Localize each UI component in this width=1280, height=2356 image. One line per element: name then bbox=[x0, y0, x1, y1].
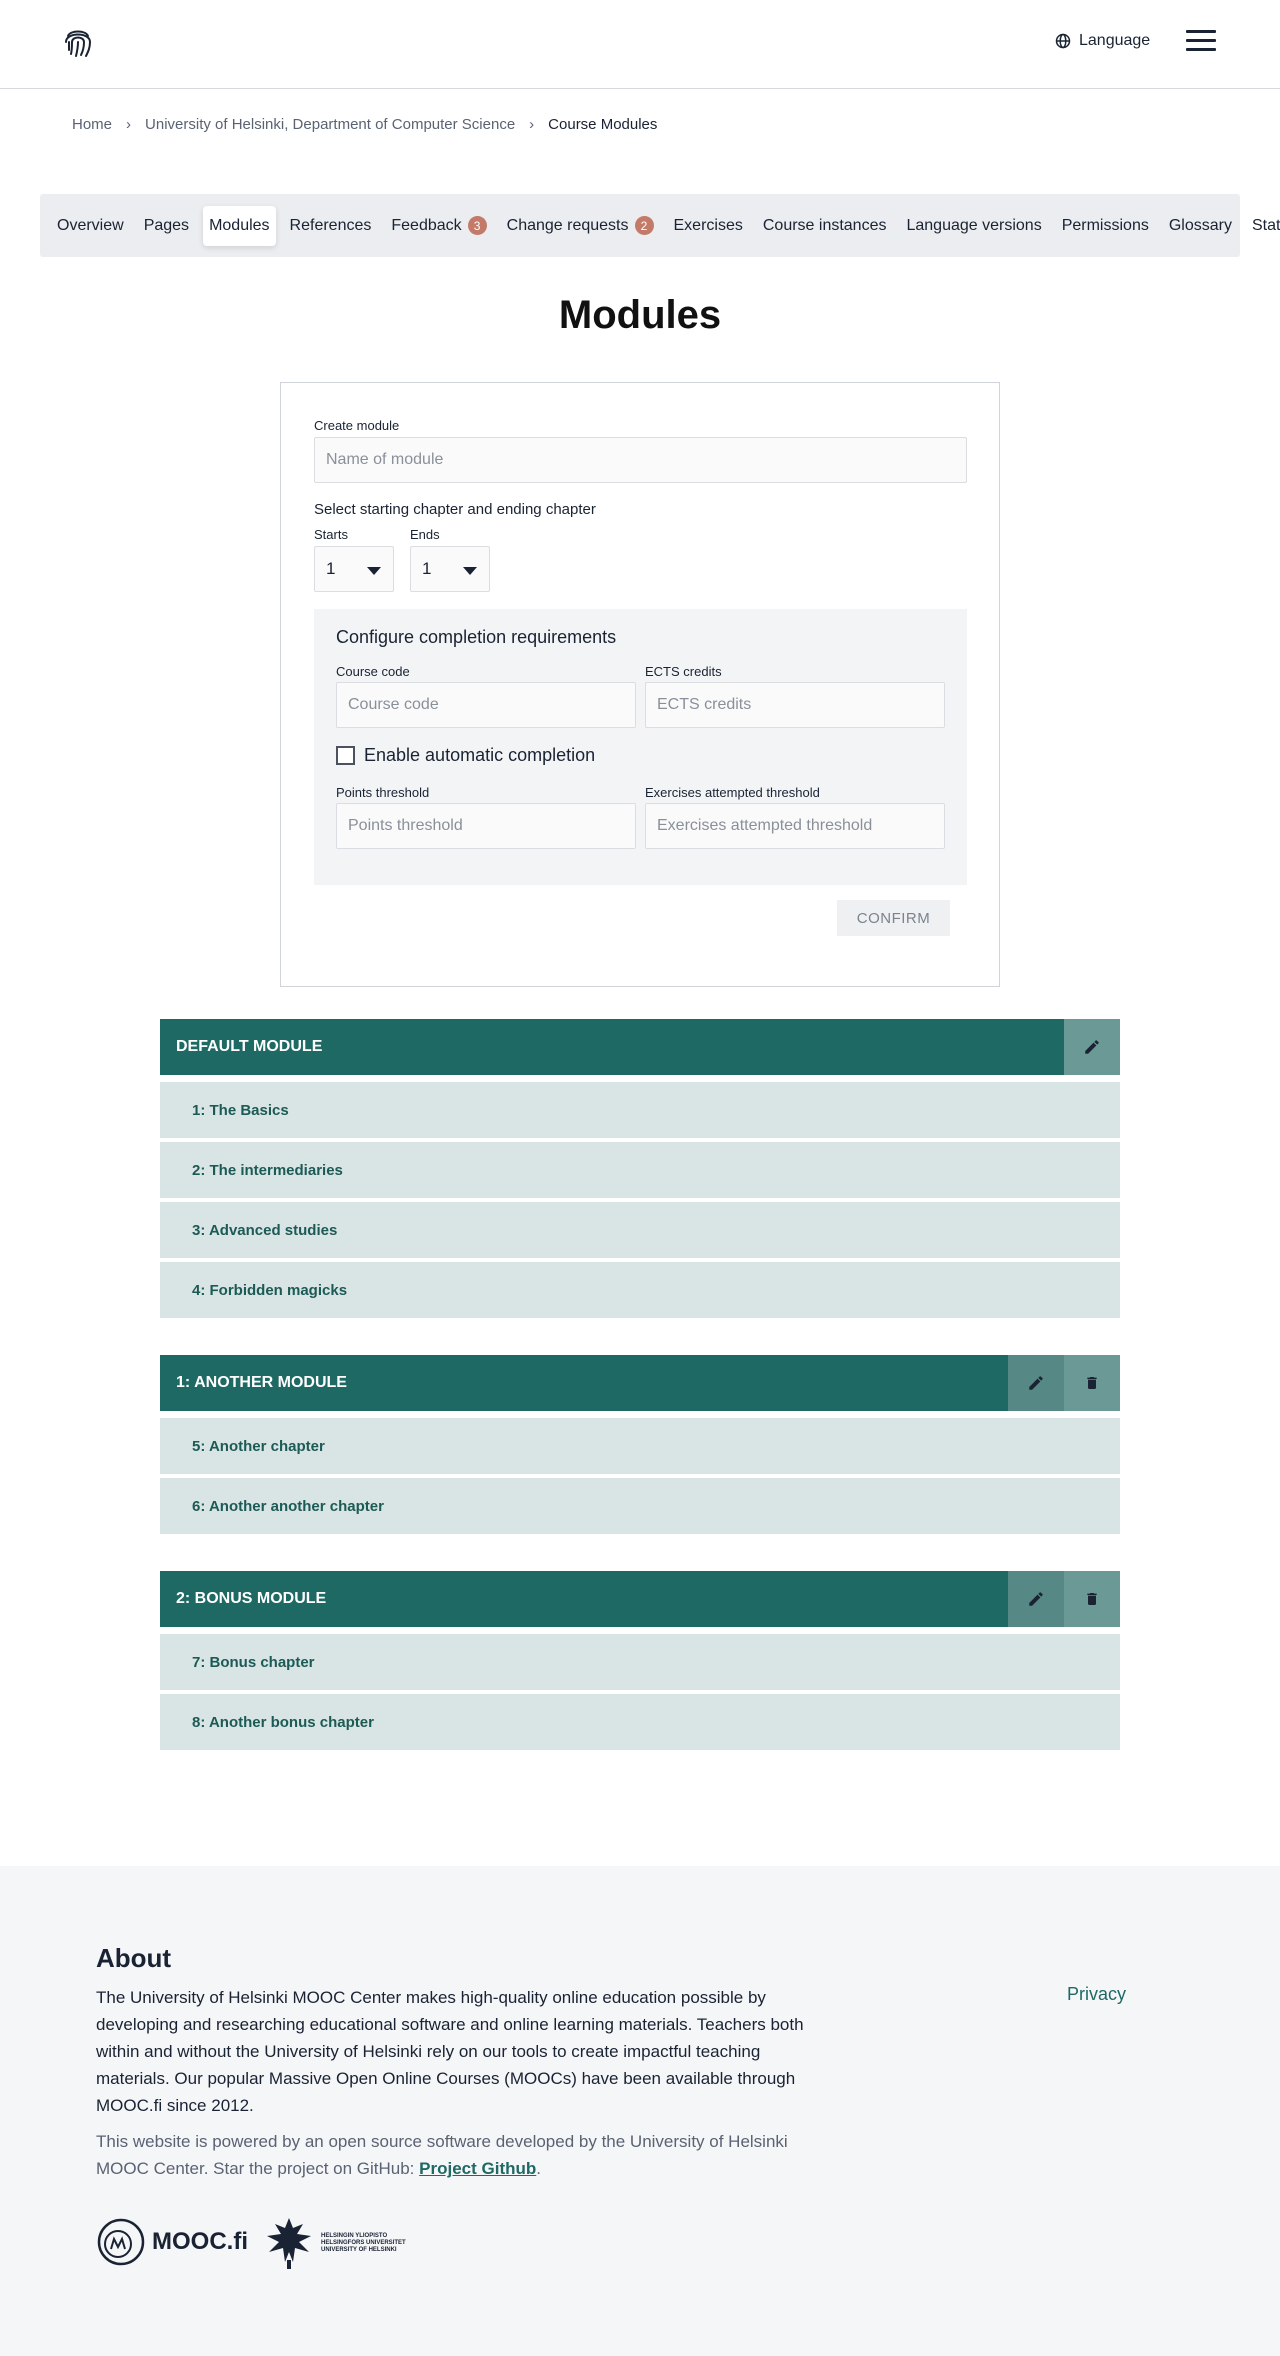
hy-flame-icon bbox=[267, 2218, 311, 2269]
module-header-bonus: 2: BONUS MODULE bbox=[160, 1571, 1120, 1627]
chapter-item[interactable]: 7: Bonus chapter bbox=[160, 1634, 1120, 1690]
ends-select[interactable]: 1 bbox=[410, 546, 490, 592]
feedback-count-badge: 3 bbox=[467, 216, 487, 235]
starts-select[interactable]: 1 bbox=[314, 546, 394, 592]
module-header-another: 1: ANOTHER MODULE bbox=[160, 1355, 1120, 1411]
menu-icon[interactable] bbox=[1186, 30, 1216, 54]
confirm-button[interactable]: CONFIRM bbox=[837, 900, 950, 936]
breadcrumb-separator: › bbox=[126, 116, 132, 133]
globe-icon bbox=[1055, 33, 1071, 49]
exercises-threshold-label: Exercises attempted threshold bbox=[645, 785, 820, 800]
tab-glossary[interactable]: Glossary bbox=[1163, 206, 1238, 246]
trash-icon bbox=[1087, 1593, 1097, 1605]
auto-completion-checkbox[interactable]: Enable automatic completion bbox=[336, 745, 595, 766]
course-code-input[interactable]: Course code bbox=[336, 682, 636, 728]
chapter-item[interactable]: 6: Another another chapter bbox=[160, 1478, 1120, 1534]
tab-pages[interactable]: Pages bbox=[138, 206, 195, 246]
chapter-item[interactable]: 2: The intermediaries bbox=[160, 1142, 1120, 1198]
chapter-item[interactable]: 1: The Basics bbox=[160, 1082, 1120, 1138]
chevron-down-icon bbox=[463, 567, 477, 575]
auto-completion-label: Enable automatic completion bbox=[364, 745, 596, 765]
powered-by-text: This website is powered by an open sourc… bbox=[96, 2132, 788, 2178]
breadcrumb-organization[interactable]: University of Helsinki, Department of Co… bbox=[145, 116, 515, 133]
top-bar: Language bbox=[0, 0, 1280, 89]
about-title: About bbox=[96, 1943, 172, 1973]
completion-requirements-panel: Configure completion requirements Course… bbox=[314, 609, 967, 885]
chapter-range-heading: Select starting chapter and ending chapt… bbox=[314, 501, 596, 518]
page-title: Modules bbox=[558, 293, 722, 337]
tab-feedback[interactable]: Feedback 3 bbox=[385, 205, 492, 246]
course-code-label: Course code bbox=[336, 664, 410, 679]
module-title: 1: ANOTHER MODULE bbox=[176, 1374, 347, 1391]
language-label: Language bbox=[1079, 32, 1151, 49]
chapter-item[interactable]: 5: Another chapter bbox=[160, 1418, 1120, 1474]
change-requests-count-badge: 2 bbox=[634, 216, 654, 235]
chapter-item[interactable]: 3: Advanced studies bbox=[160, 1202, 1120, 1258]
breadcrumb-current: Course Modules bbox=[548, 116, 658, 133]
edit-module-button[interactable] bbox=[1008, 1571, 1064, 1627]
mooc-logo-mark-icon bbox=[97, 2218, 145, 2266]
tab-stats[interactable]: Stats bbox=[1246, 206, 1280, 246]
mooc-logo-text: MOOC.fi bbox=[152, 2228, 248, 2255]
pencil-icon bbox=[1029, 1376, 1043, 1390]
ends-label: Ends bbox=[410, 527, 440, 542]
create-module-label: Create module bbox=[314, 418, 400, 433]
tab-exercises[interactable]: Exercises bbox=[668, 206, 749, 246]
tab-permissions[interactable]: Permissions bbox=[1056, 206, 1155, 246]
tab-course-instances[interactable]: Course instances bbox=[757, 206, 893, 246]
pencil-icon bbox=[1029, 1592, 1043, 1606]
fingerprint-icon[interactable] bbox=[60, 24, 96, 60]
chevron-down-icon bbox=[367, 567, 381, 575]
hy-logo-text: HELSINGIN YLIOPISTO HELSINGFORS UNIVERSI… bbox=[321, 2232, 406, 2253]
project-github-link[interactable]: Project Github bbox=[419, 2159, 536, 2178]
edit-module-button[interactable] bbox=[1008, 1355, 1064, 1411]
completion-requirements-title: Configure completion requirements bbox=[336, 627, 617, 647]
chapter-item[interactable]: 4: Forbidden magicks bbox=[160, 1262, 1120, 1318]
tab-change-requests[interactable]: Change requests 2 bbox=[501, 205, 660, 246]
language-button[interactable]: Language bbox=[1055, 32, 1150, 50]
about-text: The University of Helsinki MOOC Center m… bbox=[96, 1988, 804, 2115]
points-threshold-input[interactable]: Points threshold bbox=[336, 803, 636, 849]
university-of-helsinki-logo[interactable]: HELSINGIN YLIOPISTO HELSINGFORS UNIVERSI… bbox=[263, 2216, 406, 2270]
breadcrumb-separator: › bbox=[529, 116, 535, 133]
breadcrumb-home[interactable]: Home bbox=[72, 116, 112, 133]
edit-module-button[interactable] bbox=[1064, 1019, 1120, 1075]
privacy-link[interactable]: Privacy bbox=[1067, 1984, 1126, 2005]
ects-credits-input[interactable]: ECTS credits bbox=[645, 682, 945, 728]
module-header-default: DEFAULT MODULE bbox=[160, 1019, 1120, 1075]
checkbox-box[interactable] bbox=[336, 746, 355, 765]
course-tabs: Overview Pages Modules References Feedba… bbox=[40, 194, 1280, 257]
delete-module-button[interactable] bbox=[1064, 1355, 1120, 1411]
tab-language-versions[interactable]: Language versions bbox=[900, 206, 1047, 246]
module-name-input[interactable]: Name of module bbox=[314, 437, 967, 483]
trash-icon bbox=[1087, 1377, 1097, 1389]
tab-modules[interactable]: Modules bbox=[203, 205, 276, 246]
create-module-form: Create module Name of module Select star… bbox=[280, 382, 1000, 987]
module-title: DEFAULT MODULE bbox=[176, 1038, 323, 1055]
exercises-threshold-input[interactable]: Exercises attempted threshold bbox=[645, 803, 945, 849]
tab-overview[interactable]: Overview bbox=[51, 206, 130, 246]
points-threshold-label: Points threshold bbox=[336, 785, 430, 800]
module-title: 2: BONUS MODULE bbox=[176, 1590, 327, 1607]
footer: About The University of Helsinki MOOC Ce… bbox=[0, 1866, 1280, 2356]
pencil-icon bbox=[1085, 1040, 1099, 1054]
chapter-item[interactable]: 8: Another bonus chapter bbox=[160, 1694, 1120, 1750]
mooc-fi-logo[interactable]: MOOC.fi bbox=[96, 2217, 248, 2267]
tab-references[interactable]: References bbox=[284, 206, 378, 246]
delete-module-button[interactable] bbox=[1064, 1571, 1120, 1627]
starts-label: Starts bbox=[314, 527, 348, 542]
breadcrumb: Home › University of Helsinki, Departmen… bbox=[72, 116, 657, 133]
ects-credits-label: ECTS credits bbox=[645, 664, 722, 679]
